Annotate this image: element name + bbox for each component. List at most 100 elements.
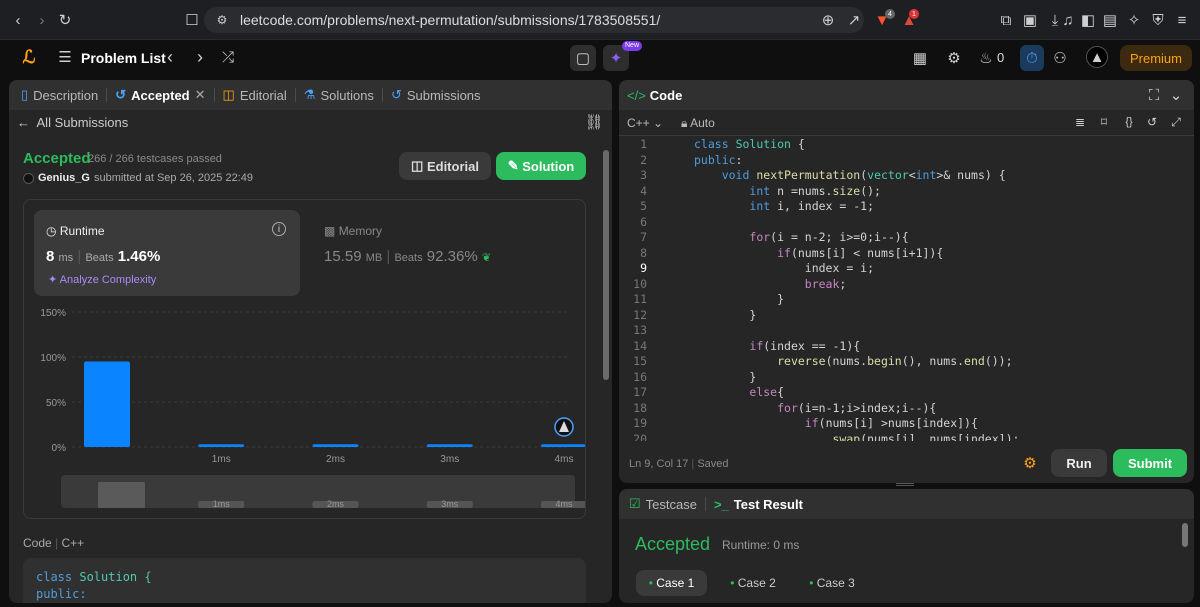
left-panel: ▯ Description ↺ Accepted ✕ ◫ Editorial ⚗ Solu… bbox=[9, 80, 612, 603]
menu-icon[interactable]: ≡ bbox=[1172, 10, 1192, 30]
fullscreen-icon[interactable]: ⤢ bbox=[1169, 115, 1183, 129]
tab-description[interactable]: ▯ Description bbox=[9, 87, 108, 103]
format-icon[interactable]: ≣ bbox=[1073, 115, 1087, 129]
class-name: Solution { bbox=[79, 570, 152, 584]
site-info-icon[interactable]: ⚙ bbox=[214, 12, 230, 28]
overview-label: 4ms bbox=[555, 499, 573, 509]
braces-icon[interactable]: {} bbox=[1121, 115, 1137, 129]
line-number: 8 bbox=[640, 245, 647, 260]
close-icon[interactable]: ✕ bbox=[195, 87, 206, 103]
x-tick-label: 1ms bbox=[212, 454, 231, 465]
runtime-label: Runtime bbox=[59, 224, 105, 238]
case-2-tab[interactable]: • Case 2 bbox=[718, 570, 788, 596]
timer-icon[interactable]: ⏱ bbox=[1020, 45, 1044, 71]
add-friend-icon[interactable]: ⚇ bbox=[1050, 48, 1070, 68]
scrollbar[interactable] bbox=[603, 150, 609, 380]
next-problem-icon[interactable]: › bbox=[192, 47, 208, 67]
line-number: 2 bbox=[640, 152, 647, 167]
wallet-icon[interactable]: ▤ bbox=[1100, 10, 1120, 30]
submit-button[interactable]: Submit bbox=[1113, 449, 1187, 477]
resize-handle[interactable] bbox=[896, 483, 914, 486]
line-number: 6 bbox=[640, 214, 647, 229]
tab-submissions[interactable]: ↺ Submissions bbox=[383, 87, 489, 103]
book-icon: ◫ bbox=[411, 158, 424, 173]
forward-icon[interactable]: › bbox=[32, 10, 52, 30]
back-icon[interactable]: ‹ bbox=[8, 10, 28, 30]
line-number: 10 bbox=[633, 276, 647, 291]
screenshot-icon[interactable]: ▣ bbox=[1020, 10, 1040, 30]
app-header: ℒ ☰ Problem List ‹ › ⤮ ▢ ✦ New ▦ ⚙ ♨ 0 ⏱… bbox=[0, 40, 1200, 76]
leo-icon[interactable]: ✧ bbox=[1124, 10, 1144, 30]
solution-button[interactable]: ✎ Solution bbox=[496, 152, 586, 180]
memory-label-row[interactable]: ▩ Memory bbox=[324, 224, 382, 238]
lock-icon: 🔒︎ bbox=[681, 116, 688, 130]
link-icon[interactable]: ⛓ bbox=[584, 114, 603, 131]
editorial-button[interactable]: ◫ Editorial bbox=[399, 152, 491, 180]
layout-icon[interactable]: ▦ bbox=[910, 48, 930, 68]
case-3-tab[interactable]: • Case 3 bbox=[797, 570, 867, 596]
book-icon: ◫ bbox=[222, 87, 235, 102]
streak-icon[interactable]: ♨ bbox=[978, 48, 994, 68]
line-text: void nextPermutation(vector<int>& nums) … bbox=[721, 168, 1006, 182]
tab-editorial[interactable]: ◫ Editorial bbox=[215, 87, 296, 103]
auto-mode[interactable]: 🔒︎ Auto bbox=[681, 116, 715, 131]
bookmark-icon[interactable]: ☐ bbox=[182, 10, 202, 30]
code-area[interactable]: 1 class Solution {2 public: 3 void nextPerm… bbox=[619, 137, 1194, 441]
maximize-icon[interactable]: ⛶ bbox=[1146, 87, 1162, 104]
language-select[interactable]: C++ ⌄ bbox=[627, 116, 663, 130]
line-number: 19 bbox=[633, 416, 647, 430]
tab-accepted[interactable]: ↺ Accepted ✕ bbox=[107, 87, 215, 103]
overview-label: 3ms bbox=[441, 499, 459, 509]
tab-test-result[interactable]: >_ Test Result bbox=[706, 497, 811, 512]
vpn-icon[interactable]: ⛨ bbox=[1148, 10, 1168, 30]
debug-icon[interactable]: ⚙ bbox=[1021, 454, 1039, 472]
scrollbar[interactable] bbox=[1182, 523, 1188, 547]
stats-card: ◷ Runtime i 8 ms | Beats 1.46% ✦ Analyze… bbox=[23, 199, 586, 519]
editorial-label: Editorial bbox=[426, 158, 479, 174]
tab-solutions[interactable]: ⚗ Solutions bbox=[296, 87, 383, 103]
list-icon[interactable]: ☰ bbox=[56, 48, 74, 66]
editor-status: Ln 9, Col 17 | Saved bbox=[629, 458, 729, 470]
rewards-badge: 1 bbox=[909, 9, 919, 19]
avatar[interactable]: ▲ bbox=[1086, 46, 1108, 68]
reset-icon[interactable]: ↺ bbox=[1145, 115, 1159, 129]
x-tick-label: 4ms bbox=[555, 454, 574, 465]
zoom-icon[interactable]: ⊕ bbox=[818, 10, 838, 30]
all-submissions-link[interactable]: ← All Submissions bbox=[17, 115, 128, 130]
url-bar[interactable]: leetcode.com/problems/next-permutation/s… bbox=[204, 7, 864, 33]
analyze-complexity-link[interactable]: ✦ Analyze Complexity bbox=[48, 273, 156, 286]
tab-label: Submissions bbox=[406, 87, 481, 103]
user-avatar bbox=[23, 172, 34, 184]
music-icon[interactable]: ♫ bbox=[1058, 10, 1078, 30]
runtime-card[interactable]: ◷ Runtime i 8 ms | Beats 1.46% ✦ Analyze… bbox=[34, 210, 300, 296]
chevron-down-icon: ⌄ bbox=[653, 116, 664, 130]
line-number: 12 bbox=[633, 307, 647, 322]
bar bbox=[84, 361, 130, 447]
reload-icon[interactable]: ↻ bbox=[55, 10, 75, 30]
extensions-icon[interactable]: ⧉ bbox=[996, 10, 1016, 30]
sidebar-icon[interactable]: ◧ bbox=[1078, 10, 1098, 30]
submitted-time: submitted at Sep 26, 2025 22:49 bbox=[93, 172, 253, 184]
leetcode-logo-icon[interactable]: ℒ bbox=[18, 46, 40, 68]
settings-icon[interactable]: ⚙ bbox=[944, 48, 964, 68]
dot-icon: • bbox=[809, 576, 814, 590]
share-icon[interactable]: ↗ bbox=[844, 10, 864, 30]
tab-label: Testcase bbox=[645, 496, 697, 512]
shuffle-icon[interactable]: ⤮ bbox=[219, 48, 237, 66]
notes-icon[interactable]: ▢ bbox=[570, 45, 596, 71]
bookmark-icon[interactable]: ⌑ bbox=[1097, 115, 1111, 129]
line-number: 18 bbox=[633, 400, 647, 415]
line-number: 4 bbox=[640, 183, 647, 198]
premium-button[interactable]: Premium bbox=[1120, 45, 1192, 71]
run-button[interactable]: Run bbox=[1051, 449, 1107, 477]
memory-value: 15.59 bbox=[324, 248, 362, 265]
username[interactable]: Genius_G bbox=[38, 172, 90, 184]
tab-testcase[interactable]: ☑ Testcase bbox=[619, 496, 706, 512]
code-line[interactable]: 20 swap(nums[i], nums[index]); bbox=[619, 432, 1194, 442]
line-text: swap(nums[i], nums[index]); bbox=[832, 431, 1020, 442]
problem-list-link[interactable]: Problem List bbox=[81, 50, 166, 66]
case-1-tab[interactable]: • Case 1 bbox=[636, 570, 707, 596]
prev-problem-icon[interactable]: ‹ bbox=[162, 47, 178, 67]
info-icon[interactable]: i bbox=[272, 222, 286, 236]
collapse-icon[interactable]: ⌄ bbox=[1168, 87, 1184, 104]
